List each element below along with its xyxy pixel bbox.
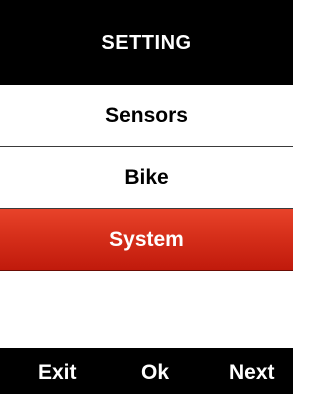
page-title: SETTING	[0, 0, 293, 85]
menu-item-bike[interactable]: Bike	[0, 147, 293, 209]
settings-menu: Sensors Bike System	[0, 85, 293, 346]
empty-menu-slot	[0, 271, 293, 346]
next-button[interactable]: Next	[229, 361, 275, 385]
ok-button[interactable]: Ok	[141, 361, 169, 385]
menu-item-system[interactable]: System	[0, 209, 293, 271]
softkey-bar: Exit Ok Next	[0, 348, 293, 394]
menu-item-sensors[interactable]: Sensors	[0, 85, 293, 147]
exit-button[interactable]: Exit	[38, 361, 77, 385]
device-screen: SETTING Sensors Bike System Exit Ok Next	[0, 0, 293, 394]
